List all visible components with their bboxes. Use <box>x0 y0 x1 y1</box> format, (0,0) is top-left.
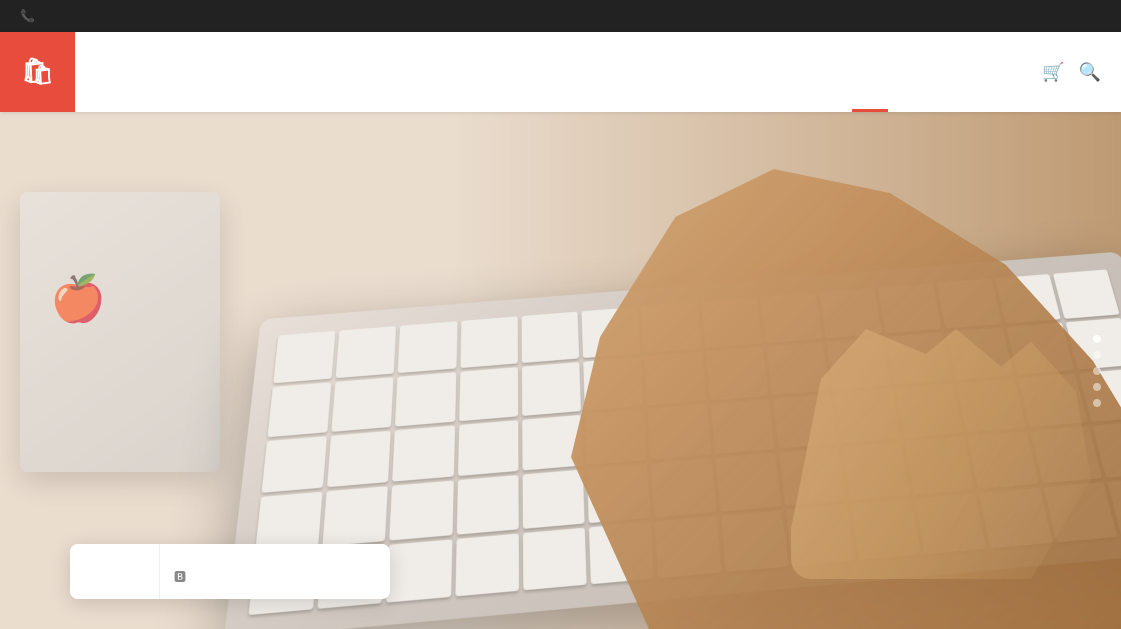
fingers-detail <box>791 329 1091 579</box>
main-nav <box>852 32 1032 112</box>
nav-contact[interactable] <box>996 32 1032 112</box>
key <box>458 420 519 477</box>
nav-home[interactable] <box>852 32 888 112</box>
contact-info <box>20 9 53 23</box>
laptop-decoration <box>20 192 220 472</box>
key <box>387 540 453 603</box>
key <box>323 486 389 546</box>
nav-blog[interactable] <box>960 32 996 112</box>
nav-product[interactable] <box>924 32 960 112</box>
nav-action-icons: 🛒 🔍 <box>1042 62 1101 83</box>
logo[interactable]: 🛍 <box>0 32 75 112</box>
apple-logo-decoration: 🍎 <box>50 272 106 325</box>
slider-dot-3[interactable] <box>1093 367 1101 375</box>
slider-dot-4[interactable] <box>1093 383 1101 391</box>
logo-bag-icon: 🛍 <box>21 56 54 87</box>
key <box>261 436 327 494</box>
cart-icon[interactable]: 🛒 <box>1042 62 1064 83</box>
key <box>459 367 518 421</box>
key <box>393 425 455 482</box>
hand-overlay <box>521 112 1121 629</box>
notificationx-icon: 🅱 <box>174 568 186 585</box>
key <box>332 377 394 432</box>
notification-content: 🅱 <box>160 544 390 599</box>
nav-about[interactable] <box>888 32 924 112</box>
slider-dots <box>1093 335 1101 407</box>
key <box>395 372 456 426</box>
top-bar <box>0 0 1121 32</box>
slider-dot-5[interactable] <box>1093 399 1101 407</box>
notification-popup: 🅱 <box>70 544 390 599</box>
key <box>327 430 391 487</box>
slider-dot-2[interactable] <box>1093 351 1101 359</box>
slider-dot-1[interactable] <box>1093 335 1101 343</box>
phone-icon <box>20 9 35 23</box>
header: 🛍 🛒 🔍 <box>0 32 1121 112</box>
key <box>273 331 335 383</box>
key <box>336 326 397 378</box>
notification-icon-area <box>70 544 160 599</box>
notification-footer: 🅱 <box>174 568 374 585</box>
key <box>398 321 457 373</box>
search-icon[interactable]: 🔍 <box>1079 62 1101 83</box>
key <box>390 481 454 541</box>
hero-section: 🍎 // Generate 70 keys const container = … <box>0 112 1121 629</box>
key <box>460 316 518 368</box>
key <box>267 382 331 437</box>
key <box>455 534 519 597</box>
key <box>456 475 518 535</box>
